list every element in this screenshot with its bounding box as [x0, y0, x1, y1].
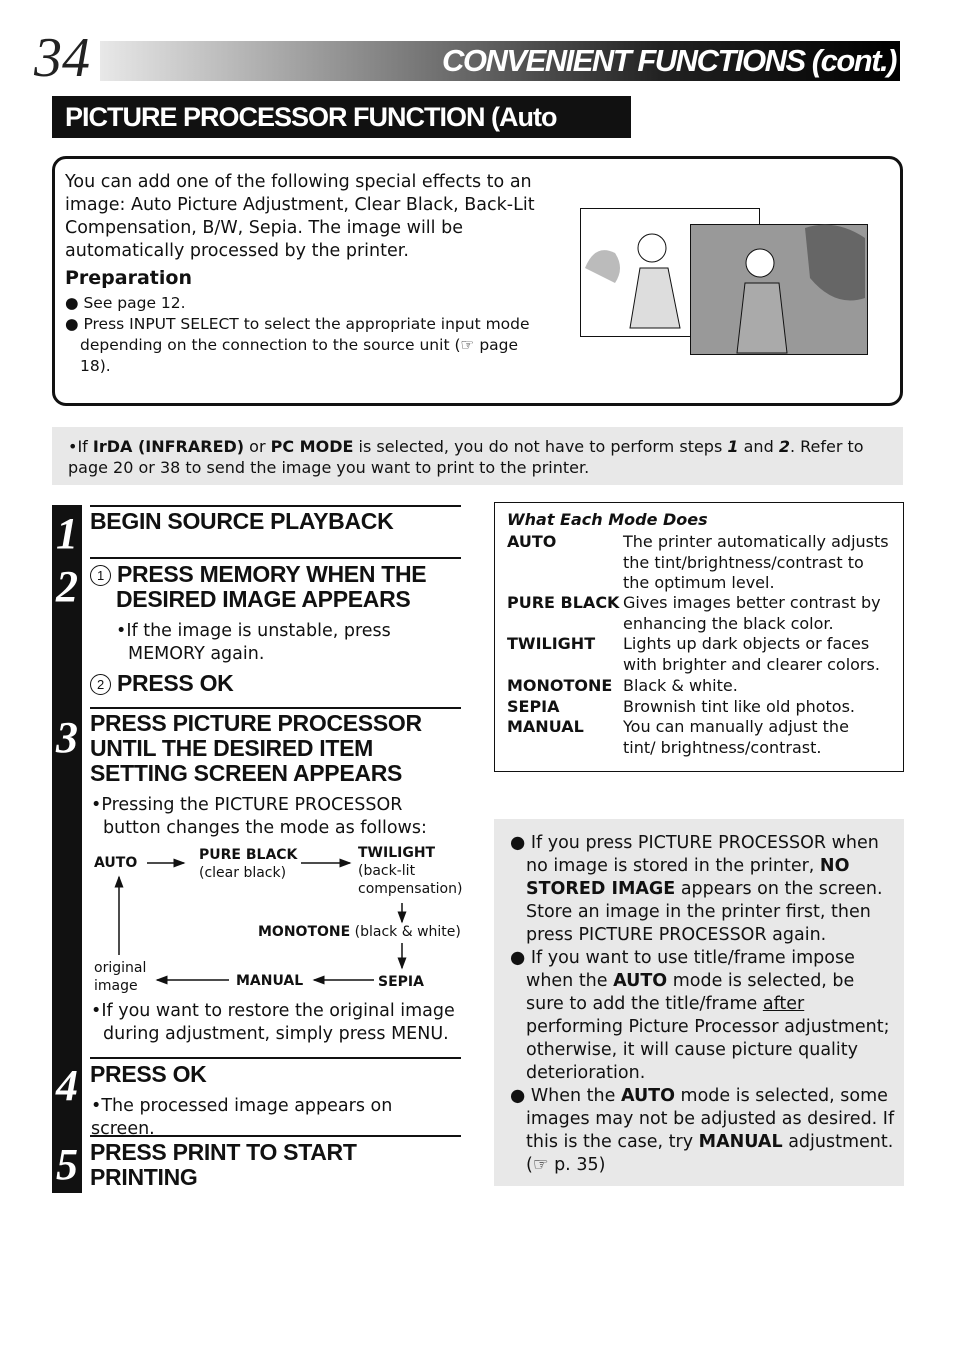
tip-item: ● When the AUTO mode is selected, some i… — [510, 1086, 895, 1175]
mode-name: AUTO — [507, 532, 557, 551]
mode-desc: Black & white. — [623, 676, 738, 695]
mode-name: MANUAL — [507, 717, 584, 736]
tip-item: ● If you want to use title/frame impose … — [510, 948, 890, 1083]
mode-desc: The printer automatically adjusts the ti… — [623, 532, 889, 593]
divider — [90, 1135, 461, 1137]
mode-name: SEPIA — [507, 697, 560, 716]
mode-name: MONOTONE — [507, 676, 613, 695]
tip-item: ● If you press PICTURE PROCESSOR when no… — [510, 833, 895, 1175]
step-4-title: PRESS OK — [90, 1061, 207, 1087]
mode-table-title: What Each Mode Does — [507, 510, 708, 529]
mode-desc: Brownish tint like old photos. — [623, 697, 856, 716]
mode-desc: Lights up dark objects or faces with bri… — [623, 634, 880, 674]
divider — [90, 1057, 461, 1059]
mode-desc: Gives images better contrast by enhancin… — [623, 593, 881, 633]
mode-name: TWILIGHT — [507, 634, 596, 653]
step-5-title: PRESS PRINT TO START PRINTING — [90, 1139, 357, 1190]
mode-name: PURE BLACK — [507, 593, 620, 612]
manual-page: 34 CONVENIENT FUNCTIONS (cont.) PICTURE … — [0, 0, 954, 1355]
step-3-bullet: •If you want to restore the original ima… — [91, 1001, 455, 1044]
mode-desc: You can manually adjust the tint/ bright… — [623, 717, 849, 757]
